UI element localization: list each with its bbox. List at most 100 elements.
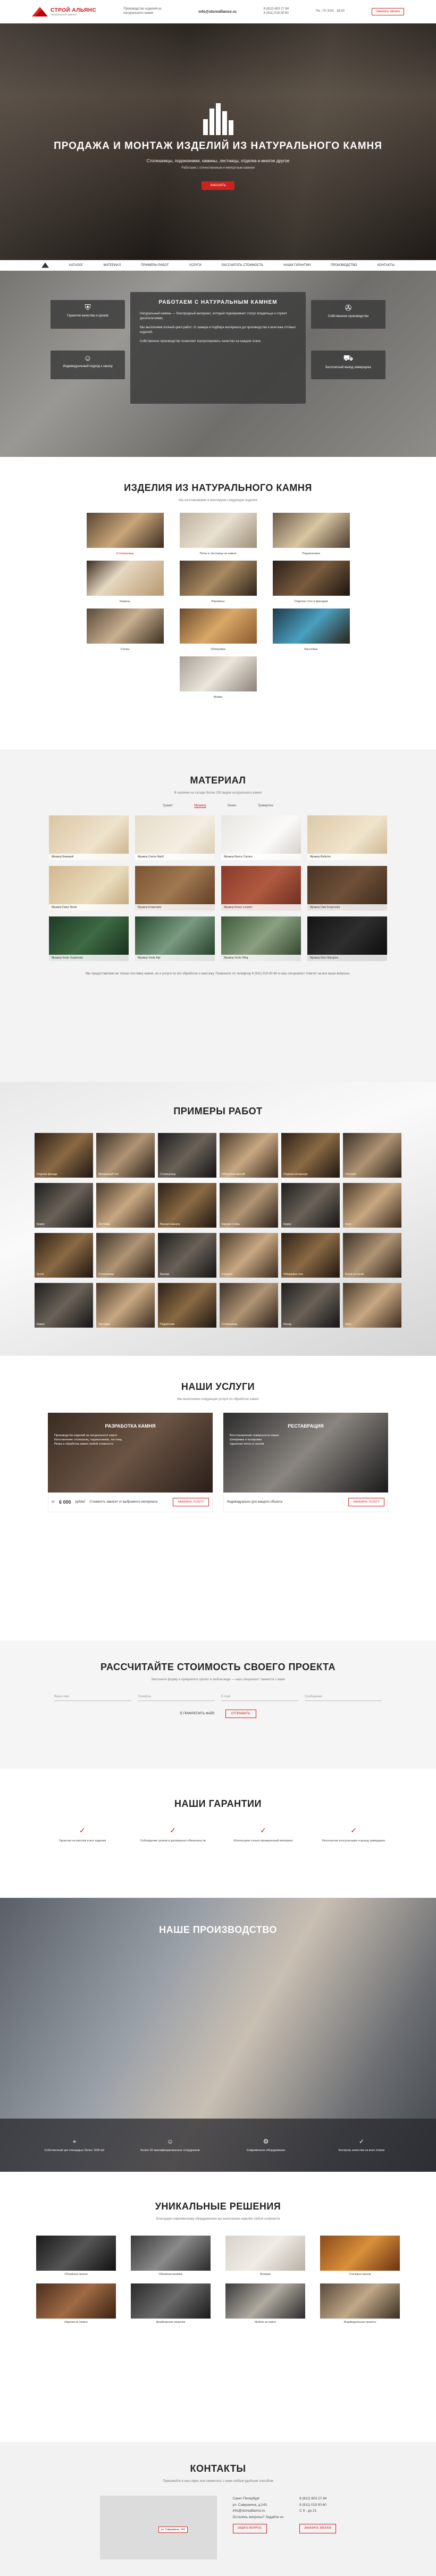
example-card[interactable]: Облицовка ванной <box>220 1133 278 1178</box>
contact-email[interactable]: info@storealliance.ru <box>233 2508 284 2514</box>
example-card[interactable]: Кухня-гостиная <box>343 1233 401 1278</box>
example-card[interactable]: Камин <box>281 1183 340 1228</box>
example-card[interactable]: Ванная <box>158 1233 216 1278</box>
name-field[interactable]: Ваше имя <box>54 1693 131 1701</box>
solution-card[interactable]: Изделия из оникса <box>36 2283 116 2324</box>
tab-travertine[interactable]: Травертин <box>258 804 273 808</box>
nav-item[interactable]: Производство <box>331 264 357 267</box>
product-image <box>86 513 164 548</box>
product-card[interactable]: Отделка стен и фасадов <box>272 561 350 603</box>
example-card[interactable]: Столешница <box>220 1283 278 1328</box>
solution-image <box>320 2236 400 2271</box>
map-pin[interactable]: ул. Савушкина, 143 <box>158 2527 188 2533</box>
material-card[interactable]: Мрамор Verde Guatemala <box>49 916 129 961</box>
example-caption: Облицовка ванной <box>222 1173 245 1176</box>
material-card[interactable]: Мрамор Rosso Levanto <box>221 866 301 911</box>
material-card[interactable]: Мрамор Verde Alpi <box>135 916 215 961</box>
example-card[interactable]: Ванная комната <box>158 1183 216 1228</box>
nav-item[interactable]: Рассчитать стоимость <box>222 264 263 267</box>
ask-question-button[interactable]: ЗАДАТЬ ВОПРОС <box>232 2523 267 2533</box>
message-field[interactable]: Сообщение <box>305 1693 382 1701</box>
example-card[interactable]: Столешница <box>96 1233 155 1278</box>
solution-card[interactable]: Объемные панели <box>36 2236 116 2276</box>
example-card[interactable]: Фасад <box>281 1283 340 1328</box>
callback-button[interactable]: Заказать звонок <box>371 8 404 15</box>
header-phone-2[interactable]: 8 (911) 019 00 60 <box>264 12 289 16</box>
production-title: НАШЕ ПРОИЗВОДСТВО <box>159 1924 277 1935</box>
example-card[interactable]: Подоконник <box>158 1283 216 1328</box>
material-card[interactable]: Мрамор Dark Emperador <box>307 866 387 911</box>
product-card[interactable]: Столешницы <box>86 513 164 555</box>
solution-card[interactable]: Мебель из камня <box>225 2283 305 2324</box>
example-card[interactable]: Холл <box>343 1283 401 1328</box>
contact-phone-1[interactable]: 8 (812) 603 27 84 <box>299 2496 336 2502</box>
contact-address: ул. Савушкина, д.143 <box>232 2503 267 2507</box>
product-card[interactable]: Полы и лестницы из камня <box>179 513 257 555</box>
example-card[interactable]: Отделка фасада <box>35 1133 93 1178</box>
nav-item[interactable]: Услуги <box>189 264 202 267</box>
solution-card[interactable]: Стеновые панели <box>320 2236 400 2276</box>
example-card[interactable]: Лестница <box>96 1183 155 1228</box>
submit-button[interactable]: ОТПРАВИТЬ <box>225 1710 256 1718</box>
nav-item[interactable]: Контакты <box>378 264 395 267</box>
material-card[interactable]: Мрамор Bianco Carrara <box>221 815 301 860</box>
logo[interactable]: СТРОЙ АЛЬЯНС натуральный камень <box>32 7 96 16</box>
material-card[interactable]: Мрамор Botticino <box>307 815 387 860</box>
hero-order-button[interactable]: ЗАКАЗАТЬ <box>202 181 234 190</box>
product-card[interactable]: Бассейны <box>272 608 350 651</box>
example-card[interactable]: Лестница <box>96 1283 155 1328</box>
material-card[interactable]: Мрамор Verde Ming <box>221 916 301 961</box>
home-icon[interactable] <box>41 262 49 268</box>
guarantee-item: ✓ Используем только проверенный материал <box>229 1825 298 1843</box>
work-hours: Пн - Пт 9:00 - 18:00 <box>316 10 345 13</box>
tab-granite[interactable]: Гранит <box>163 804 173 808</box>
example-card[interactable]: Холл <box>343 1183 401 1228</box>
solution-card[interactable]: Дизайнерские решения <box>131 2283 211 2324</box>
nav-item[interactable]: Материал <box>104 264 121 267</box>
feature-card: ⛟ Бесплатный выезд замерщика <box>311 351 385 379</box>
product-card[interactable]: Камины <box>86 561 164 603</box>
example-card[interactable]: Барная стойка <box>220 1183 278 1228</box>
email-field[interactable]: E-mail <box>221 1693 298 1701</box>
example-card[interactable]: Мраморный пол <box>96 1133 155 1178</box>
example-card[interactable]: Камин <box>35 1183 93 1228</box>
product-card[interactable]: Мойки <box>179 656 257 699</box>
tab-marble[interactable]: Мрамор <box>194 804 206 808</box>
example-card[interactable]: Спальня <box>220 1233 278 1278</box>
solution-card[interactable]: Мозаика <box>225 2236 305 2276</box>
material-card[interactable]: Мрамор Бежевый <box>49 815 129 860</box>
contact-phone-2[interactable]: 8 (911) 019 00 60 <box>299 2502 336 2508</box>
example-card[interactable]: Отделка интерьера <box>281 1133 340 1178</box>
solution-card[interactable]: Объемная мозаика <box>131 2236 211 2276</box>
header-email[interactable]: info@storealliance.ru <box>198 10 236 14</box>
nav-item[interactable]: Каталог <box>69 264 83 267</box>
order-service-button[interactable]: ЗАКАЗАТЬ УСЛУГУ <box>173 1498 209 1506</box>
material-card[interactable]: Мрамор Crema Marfil <box>135 815 215 860</box>
product-card[interactable]: Столы <box>86 608 164 651</box>
work-text: Собственное производство позволяет контр… <box>140 340 262 343</box>
example-card[interactable]: Облицовка стен <box>281 1233 340 1278</box>
example-caption: Камин <box>37 1223 45 1226</box>
material-card[interactable]: Мрамор Emperador <box>135 866 215 911</box>
map[interactable]: ул. Савушкина, 143 <box>99 2496 217 2560</box>
header-phone-1[interactable]: 8 (812) 603 27 84 <box>264 7 289 12</box>
material-card[interactable]: Мрамор Daino Reale <box>49 866 129 911</box>
example-card[interactable]: Столешница <box>158 1133 216 1178</box>
nav-item[interactable]: Наши гарантии <box>283 264 311 267</box>
material-card[interactable]: Мрамор Nero Marquina <box>307 916 387 961</box>
product-card[interactable]: Облицовка <box>179 608 257 651</box>
example-card[interactable]: Кухня <box>35 1233 93 1278</box>
order-service-button[interactable]: ЗАКАЗАТЬ УСЛУГУ <box>348 1498 384 1506</box>
tab-onyx[interactable]: Оникс <box>228 804 237 808</box>
product-card[interactable]: Подоконники <box>272 513 350 555</box>
work-text: Натуральный камень — благородный материа… <box>140 312 287 320</box>
contact-callback-button[interactable]: ЗАКАЗАТЬ ЗВОНОК <box>299 2523 337 2533</box>
attach-file-button[interactable]: ⎘ ПРИКРЕПИТЬ ФАЙЛ <box>180 1712 214 1716</box>
example-card[interactable]: Камин <box>35 1283 93 1328</box>
example-card[interactable]: Гостиная <box>343 1133 401 1178</box>
solution-card[interactable]: Индивидуальные проекты <box>320 2283 400 2324</box>
product-card[interactable]: Раковины <box>179 561 257 603</box>
phone-field[interactable]: Телефон <box>138 1693 215 1701</box>
products-subtitle: Мы изготавливаем и монтируем следующие и… <box>179 499 257 502</box>
nav-item[interactable]: Примеры работ <box>141 264 169 267</box>
